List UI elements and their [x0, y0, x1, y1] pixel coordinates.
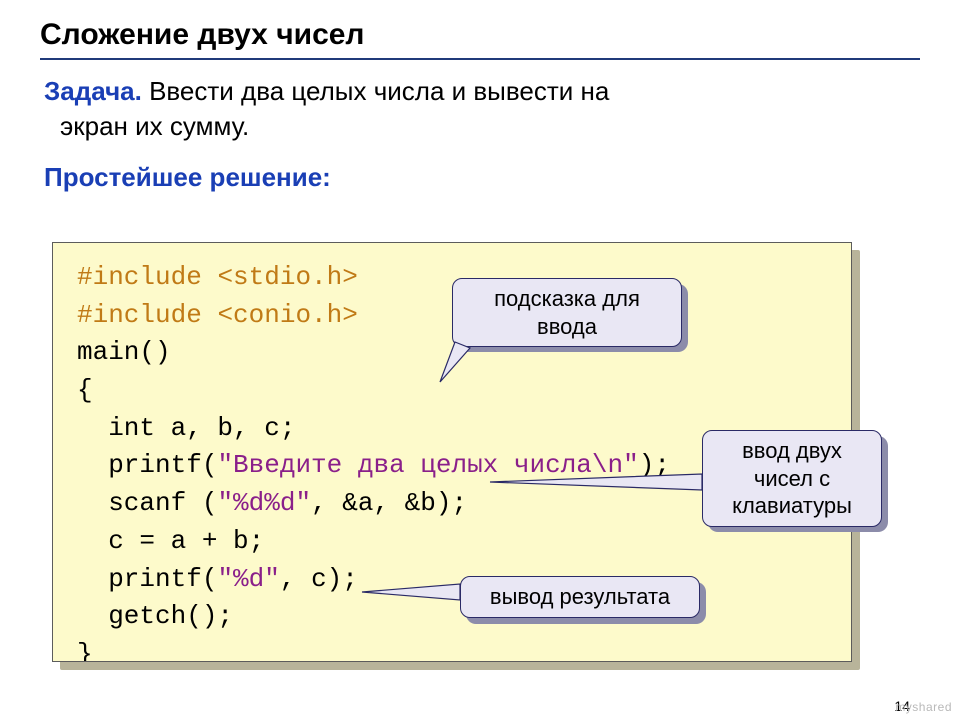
task-line1: Ввести два целых числа и вывести на	[142, 76, 609, 106]
code-l10: getch();	[77, 601, 233, 631]
callout-input: ввод двух чисел с клавиатуры	[702, 430, 882, 527]
code-l6c: );	[639, 450, 670, 480]
callout-output: вывод результата	[460, 576, 700, 618]
code-l11: }	[77, 639, 93, 662]
code-l8: c = a + b;	[77, 526, 264, 556]
code-l9a: printf(	[77, 564, 217, 594]
code-l7c: , &a, &b);	[311, 488, 467, 518]
code-l4: {	[77, 375, 93, 405]
watermark: myshared	[895, 700, 952, 714]
code-l1b: <stdio.h>	[217, 262, 357, 292]
task-lead: Задача.	[44, 76, 142, 106]
code-l7b: "%d%d"	[217, 488, 311, 518]
task-line2: экран их сумму.	[44, 109, 920, 144]
code-l6a: printf(	[77, 450, 217, 480]
slide-title: Сложение двух чисел	[40, 18, 920, 60]
code-l6b: "Введите два целых числа\n"	[217, 450, 638, 480]
code-l2b: <conio.h>	[217, 300, 357, 330]
code-l9c: , c);	[280, 564, 358, 594]
task-paragraph: Задача. Ввести два целых числа и вывести…	[40, 74, 920, 144]
code-l3: main()	[77, 337, 171, 367]
callout-hint: подсказка для ввода	[452, 278, 682, 347]
code-l7a: scanf (	[77, 488, 217, 518]
code-l2a: #include	[77, 300, 217, 330]
code-l5: int a, b, c;	[77, 413, 295, 443]
code-l9b: "%d"	[217, 564, 279, 594]
solution-subhead: Простейшее решение:	[40, 162, 920, 193]
code-l1a: #include	[77, 262, 217, 292]
